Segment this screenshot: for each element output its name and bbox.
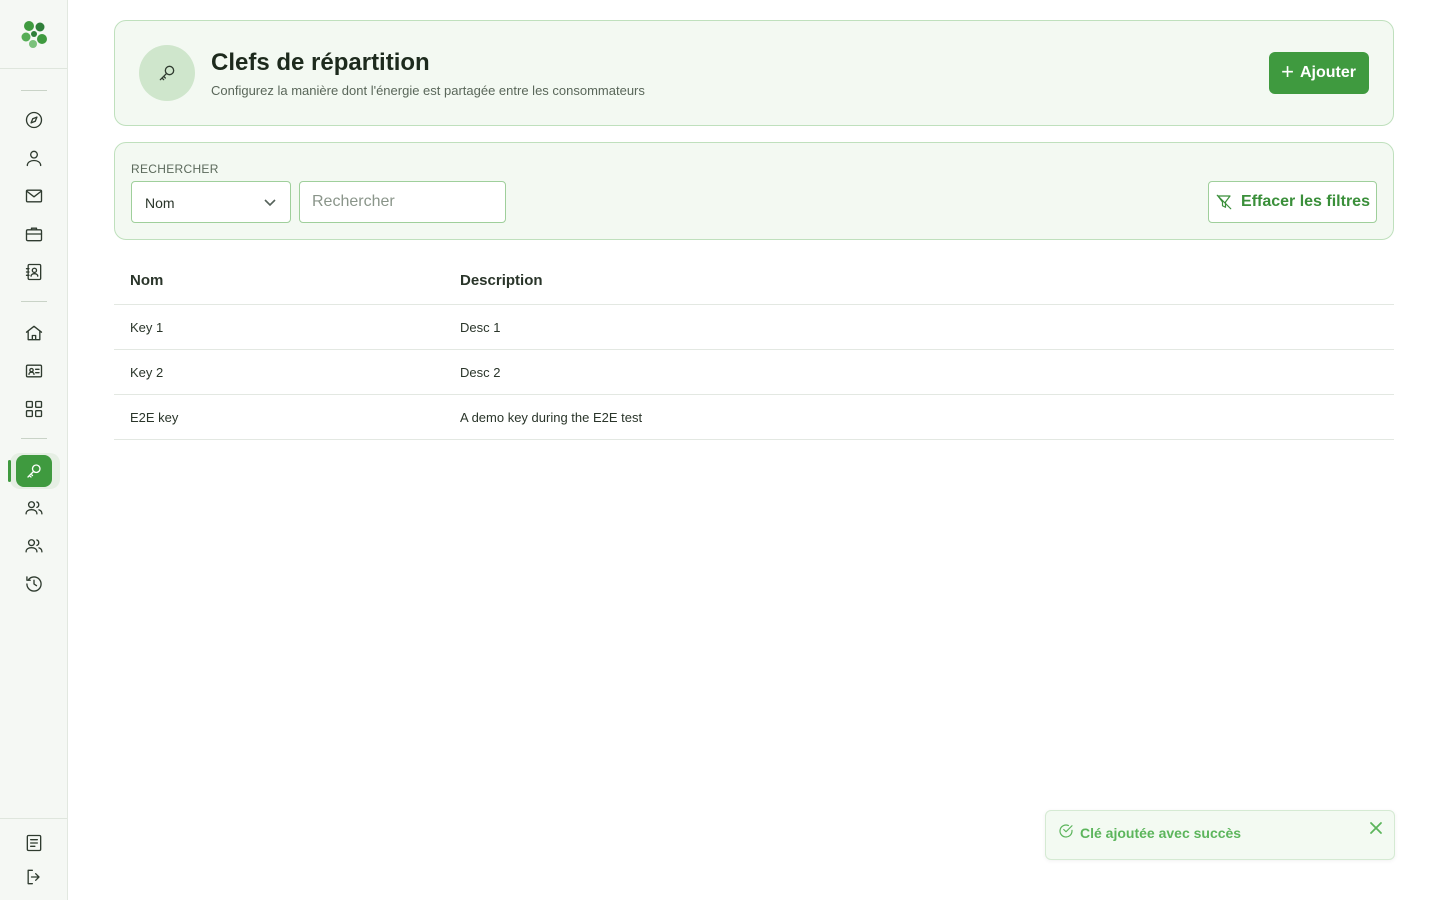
user-icon[interactable] [24, 148, 44, 168]
search-field-select[interactable]: Nom [131, 181, 291, 223]
chevron-down-icon [262, 194, 278, 210]
cell-description: A demo key during the E2E test [460, 409, 643, 425]
sidebar-divider [21, 301, 47, 302]
app-logo[interactable] [18, 18, 50, 50]
sidebar-separator [0, 818, 67, 819]
success-toast: Clé ajoutée avec succès [1045, 810, 1395, 860]
users-icon[interactable] [24, 536, 44, 556]
key-icon [139, 45, 195, 101]
filter-label: RECHERCHER [131, 162, 219, 176]
column-header-name[interactable]: Nom [130, 256, 163, 304]
cell-name: Key 1 [130, 319, 164, 335]
table-row[interactable]: Key 2 Desc 2 [114, 350, 1394, 395]
table-row[interactable]: E2E key A demo key during the E2E test [114, 395, 1394, 440]
keys-table: Nom Description Key 1 Desc 1 Key 2 Desc … [114, 256, 1394, 440]
close-icon[interactable] [1368, 820, 1384, 836]
column-header-description[interactable]: Description [460, 256, 543, 304]
cell-description: Desc 2 [460, 364, 501, 380]
sidebar [0, 0, 68, 900]
sidebar-separator [0, 68, 67, 69]
add-button-label: Ajouter [1300, 64, 1356, 81]
page-title: Clefs de répartition [211, 49, 430, 76]
key-icon[interactable] [16, 455, 52, 487]
home-icon[interactable] [24, 323, 44, 343]
logout-icon[interactable] [24, 867, 44, 887]
page-subtitle: Configurez la manière dont l'énergie est… [211, 83, 645, 98]
id-card-icon[interactable] [24, 361, 44, 381]
table-row[interactable]: Key 1 Desc 1 [114, 305, 1394, 350]
search-input[interactable] [299, 181, 506, 223]
compass-icon[interactable] [24, 110, 44, 130]
check-circle-icon [1057, 822, 1075, 840]
add-button[interactable]: + Ajouter [1269, 52, 1369, 94]
cell-name: Key 2 [130, 364, 164, 380]
filter-panel: RECHERCHER Nom Effacer les filtres [114, 142, 1394, 240]
users-icon[interactable] [24, 498, 44, 518]
active-item-indicator [8, 460, 11, 482]
mail-icon[interactable] [24, 186, 44, 206]
select-value: Nom [145, 195, 175, 211]
filter-off-icon [1216, 194, 1232, 210]
table-header: Nom Description [114, 256, 1394, 305]
contact-book-icon[interactable] [24, 262, 44, 282]
sidebar-divider [21, 438, 47, 439]
sidebar-divider [21, 90, 47, 91]
cell-name: E2E key [130, 409, 179, 425]
toast-message: Clé ajoutée avec succès [1080, 825, 1242, 841]
clear-filters-label: Effacer les filtres [1241, 193, 1370, 210]
plus-icon: + [1281, 59, 1294, 84]
grid-icon[interactable] [24, 399, 44, 419]
clear-filters-button[interactable]: Effacer les filtres [1208, 181, 1377, 223]
page-header: Clefs de répartition Configurez la maniè… [114, 20, 1394, 126]
briefcase-icon[interactable] [24, 224, 44, 244]
document-icon[interactable] [24, 833, 44, 853]
cell-description: Desc 1 [460, 319, 501, 335]
history-icon[interactable] [24, 574, 44, 594]
